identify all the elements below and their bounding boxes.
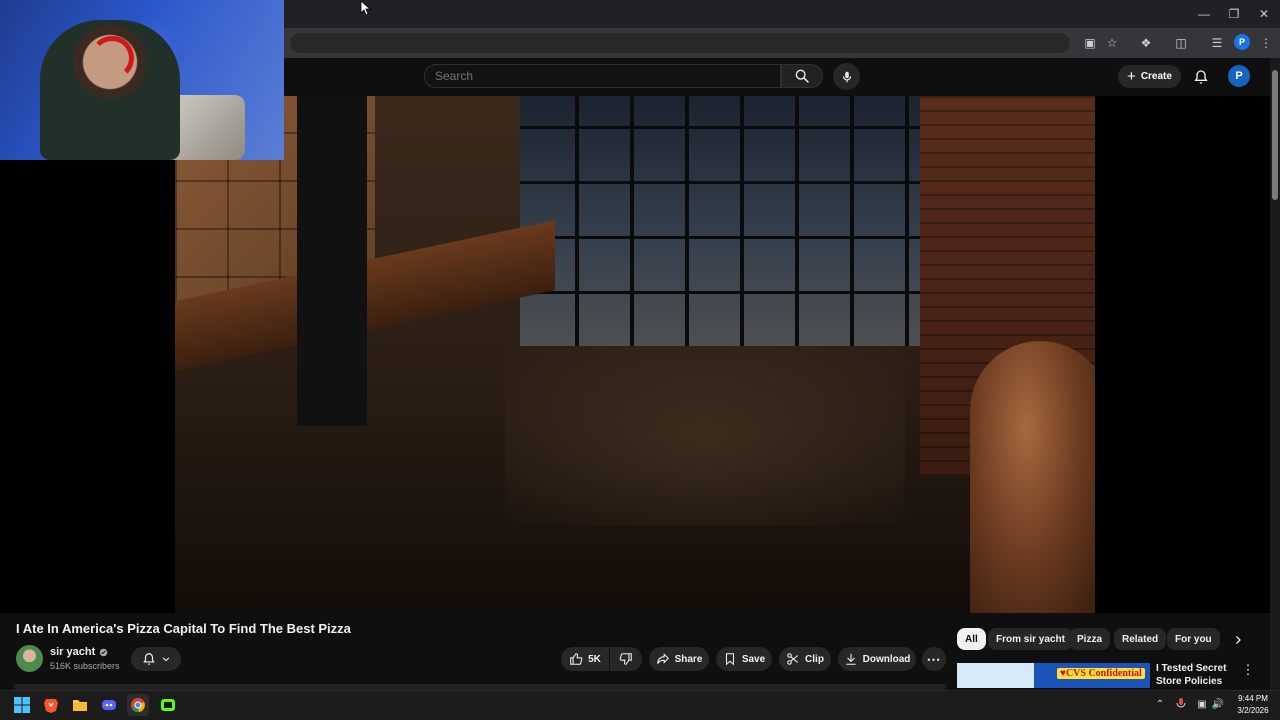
create-label: Create bbox=[1140, 71, 1172, 82]
channel-name-row[interactable]: sir yacht bbox=[50, 646, 108, 658]
chip-from-channel[interactable]: From sir yacht bbox=[988, 628, 1073, 650]
brave-browser-icon[interactable] bbox=[40, 694, 62, 716]
subscribe-notifications-button[interactable] bbox=[131, 647, 181, 671]
window-frame bbox=[905, 96, 909, 346]
restore-window-icon[interactable]: ❐ bbox=[1218, 0, 1250, 28]
chip-all[interactable]: All bbox=[957, 628, 986, 650]
video-title: I Ate In America's Pizza Capital To Find… bbox=[16, 621, 351, 636]
share-button[interactable]: Share bbox=[649, 647, 709, 671]
brewing-tank bbox=[970, 341, 1095, 613]
chip-related[interactable]: Related bbox=[1114, 628, 1167, 650]
channel-name[interactable]: sir yacht bbox=[50, 646, 95, 658]
window-frame bbox=[520, 126, 950, 129]
window-frame bbox=[630, 96, 634, 346]
extensions-icon[interactable]: ❖ bbox=[1137, 34, 1155, 52]
notifications-button[interactable] bbox=[1190, 66, 1212, 88]
address-bar[interactable] bbox=[290, 33, 1070, 53]
close-window-icon[interactable]: ✕ bbox=[1248, 0, 1280, 28]
window-frame bbox=[685, 96, 689, 346]
chrome-icon[interactable] bbox=[127, 694, 149, 716]
microphone-tray-icon[interactable] bbox=[1173, 696, 1189, 712]
create-button[interactable]: + Create bbox=[1118, 65, 1181, 88]
recommended-video-menu[interactable]: ⋮ bbox=[1241, 662, 1255, 678]
like-button[interactable]: 5K bbox=[561, 647, 609, 671]
chevron-right-icon bbox=[1236, 636, 1241, 644]
more-vertical-icon: ⋮ bbox=[1241, 662, 1255, 677]
clock-date: 3/2/2026 bbox=[1237, 706, 1269, 715]
streaming-app-icon[interactable] bbox=[157, 694, 179, 716]
window-frame bbox=[795, 96, 799, 346]
voice-search-button[interactable] bbox=[833, 63, 860, 90]
clock-time: 9:44 PM bbox=[1238, 694, 1268, 703]
browser-menu-icon[interactable]: ⋮ bbox=[1257, 34, 1275, 52]
browser-profile-avatar[interactable]: P bbox=[1234, 34, 1250, 50]
thumbnail-text: ♥CVS Confidential bbox=[1057, 668, 1145, 679]
network-tray-icon[interactable]: ▣ bbox=[1194, 696, 1210, 712]
video-player[interactable] bbox=[0, 96, 1270, 613]
save-button[interactable]: Save bbox=[716, 647, 772, 671]
save-label: Save bbox=[741, 653, 766, 665]
more-horizontal-icon: ⋯ bbox=[926, 650, 942, 667]
window-frame bbox=[740, 96, 744, 346]
minimize-window-icon[interactable]: — bbox=[1188, 0, 1220, 28]
dining-tables bbox=[505, 346, 905, 526]
headset bbox=[90, 36, 134, 80]
webcam-overlay bbox=[0, 0, 284, 160]
window-frame bbox=[520, 236, 950, 239]
clip-label: Clip bbox=[805, 653, 824, 665]
search-button[interactable] bbox=[781, 64, 823, 88]
download-button[interactable]: Download bbox=[838, 647, 916, 671]
search-icon bbox=[795, 69, 809, 83]
more-actions-button[interactable]: ⋯ bbox=[922, 647, 946, 671]
split-view-icon[interactable]: ◫ bbox=[1172, 34, 1190, 52]
verified-check-icon bbox=[100, 648, 108, 656]
clip-button[interactable]: Clip bbox=[779, 647, 831, 671]
mouse-cursor-icon bbox=[360, 0, 372, 16]
scissors-icon bbox=[787, 653, 799, 665]
discord-icon[interactable] bbox=[98, 694, 120, 716]
share-label: Share bbox=[674, 653, 703, 665]
search-input[interactable] bbox=[424, 64, 781, 88]
like-count: 5K bbox=[588, 653, 601, 665]
chip-for-you[interactable]: For you bbox=[1167, 628, 1220, 650]
volume-tray-icon[interactable]: 🔊 bbox=[1210, 696, 1226, 712]
thumbs-down-icon bbox=[619, 653, 632, 665]
pillar bbox=[297, 96, 367, 426]
chevron-down-icon bbox=[162, 657, 169, 662]
channel-avatar[interactable] bbox=[16, 645, 43, 672]
thumbnail-text-content: CVS Confidential bbox=[1065, 668, 1142, 679]
file-explorer-icon[interactable] bbox=[69, 694, 91, 716]
window-frame bbox=[520, 291, 950, 294]
recommended-video-title[interactable]: I Tested Secret Store Policies bbox=[1156, 662, 1236, 688]
install-app-icon[interactable]: ▣ bbox=[1081, 34, 1099, 52]
chip-pizza[interactable]: Pizza bbox=[1069, 628, 1111, 650]
download-icon bbox=[845, 653, 856, 665]
window-frame bbox=[850, 96, 854, 346]
plus-icon: + bbox=[1127, 68, 1136, 85]
bell-icon bbox=[142, 653, 155, 665]
microphone-icon bbox=[842, 71, 851, 82]
taskbar-clock[interactable]: 9:44 PM 3/2/2026 bbox=[1228, 693, 1278, 717]
windows-start-icon[interactable] bbox=[11, 694, 33, 716]
chips-next-button[interactable] bbox=[1228, 630, 1248, 650]
account-avatar[interactable]: P bbox=[1228, 65, 1250, 87]
window-frame bbox=[575, 96, 579, 346]
thumbs-up-icon bbox=[570, 653, 583, 665]
bell-icon bbox=[1194, 70, 1208, 84]
download-label: Download bbox=[862, 653, 911, 665]
scrollbar-thumb[interactable] bbox=[1272, 70, 1278, 200]
windows-taskbar bbox=[0, 690, 1280, 720]
bookmark-star-icon[interactable]: ☆ bbox=[1103, 34, 1121, 52]
subscriber-count: 516K subscribers bbox=[50, 661, 120, 671]
dislike-button[interactable] bbox=[610, 647, 642, 671]
share-arrow-icon bbox=[656, 653, 669, 664]
video-frame bbox=[175, 96, 1095, 613]
media-controls-icon[interactable]: ☰ bbox=[1208, 34, 1226, 52]
bookmark-icon bbox=[725, 653, 734, 666]
restaurant-window bbox=[520, 96, 950, 346]
window-frame bbox=[520, 181, 950, 184]
tray-overflow-icon[interactable]: ⌃ bbox=[1152, 696, 1168, 712]
